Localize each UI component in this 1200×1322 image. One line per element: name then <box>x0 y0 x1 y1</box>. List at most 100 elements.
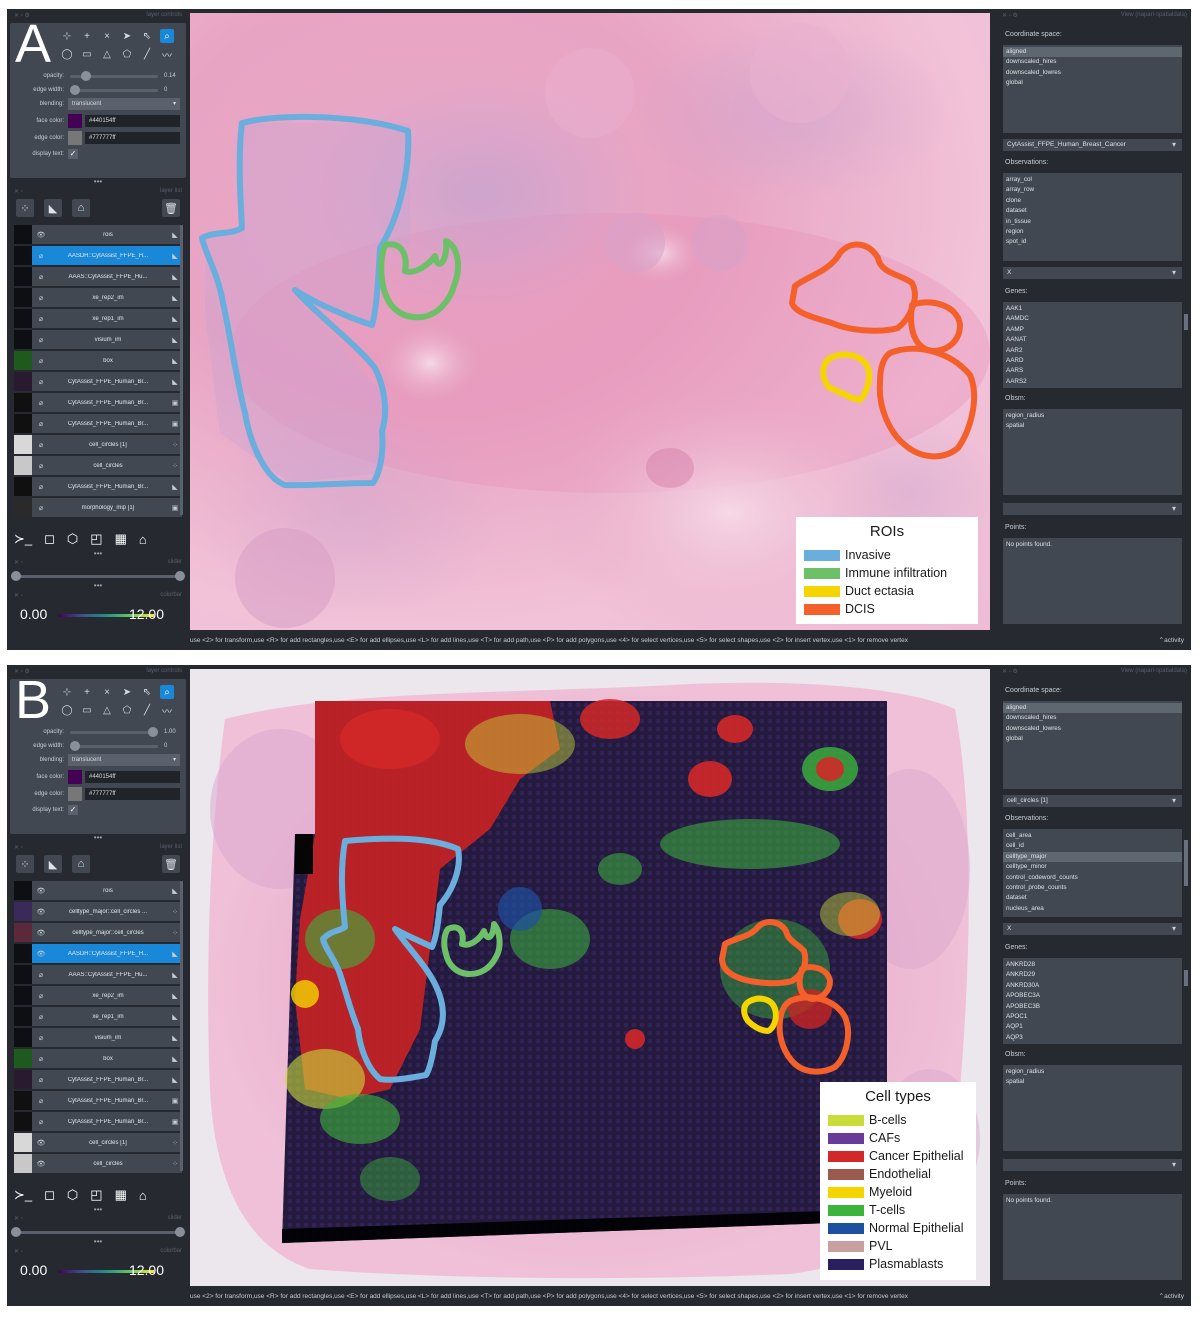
eye-closed-icon[interactable]: ⌀ <box>34 504 48 512</box>
list-item[interactable]: control_codeword_counts <box>1003 873 1182 883</box>
eye-icon[interactable]: 👁 <box>34 887 48 895</box>
triangle-icon[interactable]: △ <box>100 703 114 717</box>
list-item[interactable]: celltype_minor <box>1003 862 1182 872</box>
list-item[interactable]: global <box>1003 78 1182 88</box>
layer-row[interactable]: ⌀ cell_circles [1] ⁘ <box>14 435 182 454</box>
list-item[interactable]: ANKRD29 <box>1003 970 1182 980</box>
roll-dims-icon[interactable]: ⬡ <box>67 1187 78 1203</box>
console-icon[interactable]: ≻_ <box>14 1187 32 1203</box>
layer-select[interactable]: X <box>1003 923 1182 935</box>
line-icon[interactable]: ╱ <box>140 703 154 717</box>
console-icon[interactable]: ≻_ <box>14 531 32 547</box>
blending-select[interactable]: translucent ▾ <box>68 98 180 110</box>
layer-row[interactable]: ⌀ box ◣ <box>14 1049 182 1068</box>
list-item[interactable]: global <box>1003 734 1182 744</box>
list-item[interactable]: downscaled_lowres <box>1003 68 1182 78</box>
eye-closed-icon[interactable]: ⌀ <box>34 1055 48 1063</box>
list-item[interactable]: aligned <box>1003 47 1182 58</box>
eye-closed-icon[interactable]: ⌀ <box>34 1034 48 1042</box>
dock-controls-icon[interactable]: ✕ ▫ <box>14 559 23 566</box>
roi-invasive[interactable] <box>320 835 462 1083</box>
roi-duct-ectasia[interactable] <box>741 995 779 1034</box>
dock-controls-icon[interactable]: ✕ ▫ ⚙ <box>1002 668 1018 675</box>
list-item[interactable]: cell_id <box>1003 841 1182 851</box>
face-color-field[interactable]: #440154ff <box>85 115 180 127</box>
dims-slider[interactable] <box>11 1227 185 1237</box>
points-select[interactable] <box>1003 503 1182 515</box>
dims-slider-right-knob[interactable] <box>175 1227 185 1237</box>
eye-closed-icon[interactable]: ⌀ <box>34 441 48 449</box>
eye-closed-icon[interactable]: ⌀ <box>34 336 48 344</box>
zoom-icon[interactable]: ⌕ <box>160 29 174 43</box>
edge-color-swatch[interactable] <box>68 787 82 801</box>
edge-width-slider-knob[interactable] <box>70 84 80 95</box>
rectangle-icon[interactable]: ▭ <box>80 703 94 717</box>
ellipse-icon[interactable]: ◯ <box>60 703 74 717</box>
eye-closed-icon[interactable]: ⌀ <box>34 992 48 1000</box>
dock-controls-icon[interactable]: ✕ ▫ ⚙ <box>1002 12 1018 19</box>
layer-row[interactable]: ⌀ CytAssist_FFPE_Human_Br... ▣ <box>14 1112 182 1131</box>
observations-scrollbar[interactable] <box>1184 840 1188 886</box>
roll-dims-icon[interactable]: ⬡ <box>67 531 78 547</box>
eye-closed-icon[interactable]: ⌀ <box>34 378 48 386</box>
transpose-icon[interactable]: ◰ <box>90 531 102 547</box>
list-item[interactable]: AARD <box>1003 356 1182 366</box>
layer-row[interactable]: ⌀ AAAS::CytAssist_FFPE_Hu... ◣ <box>14 267 182 286</box>
layer-row[interactable]: ⌀ box ◣ <box>14 351 182 370</box>
grid-icon[interactable]: ▦ <box>115 531 127 547</box>
obsm-list[interactable]: region_radius spatial <box>1003 1065 1182 1151</box>
dataset-select[interactable]: cell_circles [1] <box>1003 795 1182 807</box>
list-item[interactable]: downscaled_hires <box>1003 713 1182 723</box>
observations-list[interactable]: array_col array_row clone dataset in_tissue r… <box>1003 173 1182 261</box>
layer-row[interactable]: ⌀ cell_circles ⁘ <box>14 456 182 475</box>
eye-icon[interactable]: 👁 <box>34 1139 48 1147</box>
eye-closed-icon[interactable]: ⌀ <box>34 315 48 323</box>
list-item[interactable]: AAMP <box>1003 325 1182 335</box>
roi-immune-infiltration[interactable] <box>378 238 461 321</box>
dock-controls-icon[interactable]: ✕ ▫ <box>14 592 23 599</box>
new-points-layer-icon[interactable]: ⁘ <box>16 199 34 217</box>
list-item[interactable]: dataset <box>1003 893 1182 903</box>
eye-closed-icon[interactable]: ⌀ <box>34 357 48 365</box>
delete-layer-icon[interactable]: 🗑 <box>162 199 180 217</box>
points-list[interactable]: No points found. <box>1003 1194 1182 1280</box>
activity-button[interactable]: ⌃activity <box>1159 1292 1184 1300</box>
layer-row[interactable]: ⌀ CytAssist_FFPE_Human_Br... ▣ <box>14 393 182 412</box>
dims-slider[interactable] <box>11 571 185 581</box>
layer-row[interactable]: 👁 celltype_major::cell_circles ⁘ <box>14 923 182 942</box>
zoom-icon[interactable]: ⌕ <box>160 685 174 699</box>
layer-row[interactable]: 👁 AASDH::CytAssist_FFPE_H... ◣ <box>14 944 182 963</box>
edge-width-slider[interactable] <box>70 740 158 751</box>
layer-row[interactable]: ⌀ CytAssist_FFPE_Human_Br... ◣ <box>14 1070 182 1089</box>
edge-color-swatch[interactable] <box>68 131 82 145</box>
layer-list-scrollbar[interactable] <box>180 881 183 1171</box>
edge-width-slider-knob[interactable] <box>70 740 80 751</box>
list-item[interactable]: AAMDC <box>1003 314 1182 324</box>
ndisplay-icon[interactable]: ◻ <box>44 531 55 547</box>
list-item[interactable]: AARS2 <box>1003 377 1182 387</box>
roi-immune-infiltration[interactable] <box>441 921 503 977</box>
layer-row[interactable]: 👁 cell_circles [1] ⁘ <box>14 1133 182 1152</box>
vertex-add-icon[interactable]: + <box>80 29 94 43</box>
eye-closed-icon[interactable]: ⌀ <box>34 483 48 491</box>
face-color-swatch[interactable] <box>68 114 82 128</box>
path-icon[interactable]: 〰 <box>160 47 174 62</box>
dock-controls-icon[interactable]: ✕ ▫ <box>14 844 23 851</box>
list-item[interactable]: APOBEC3B <box>1003 1002 1182 1012</box>
new-shapes-layer-icon[interactable]: ◣ <box>44 855 62 873</box>
vertex-insert-icon[interactable]: ⊹ <box>60 685 74 699</box>
layer-list-scrollbar[interactable] <box>180 225 183 515</box>
eye-closed-icon[interactable]: ⌀ <box>34 399 48 407</box>
list-item[interactable]: No points found. <box>1003 1196 1182 1206</box>
layer-row[interactable]: ⌀ CytAssist_FFPE_Human_Br... ◣ <box>14 477 182 496</box>
layer-row[interactable]: 👁 cell_circles ⁘ <box>14 1154 182 1173</box>
display-text-checkbox[interactable]: ✓ <box>68 805 78 815</box>
layer-row[interactable]: ⌀ visium_im ◣ <box>14 1028 182 1047</box>
eye-icon[interactable]: 👁 <box>34 929 48 937</box>
eye-closed-icon[interactable]: ⌀ <box>34 1118 48 1126</box>
eye-closed-icon[interactable]: ⌀ <box>34 1076 48 1084</box>
ellipse-icon[interactable]: ◯ <box>60 47 74 61</box>
dataset-select[interactable]: CytAssist_FFPE_Human_Breast_Cancer <box>1003 139 1182 151</box>
list-item[interactable]: AARS <box>1003 366 1182 376</box>
dims-slider-left-knob[interactable] <box>11 1227 21 1237</box>
